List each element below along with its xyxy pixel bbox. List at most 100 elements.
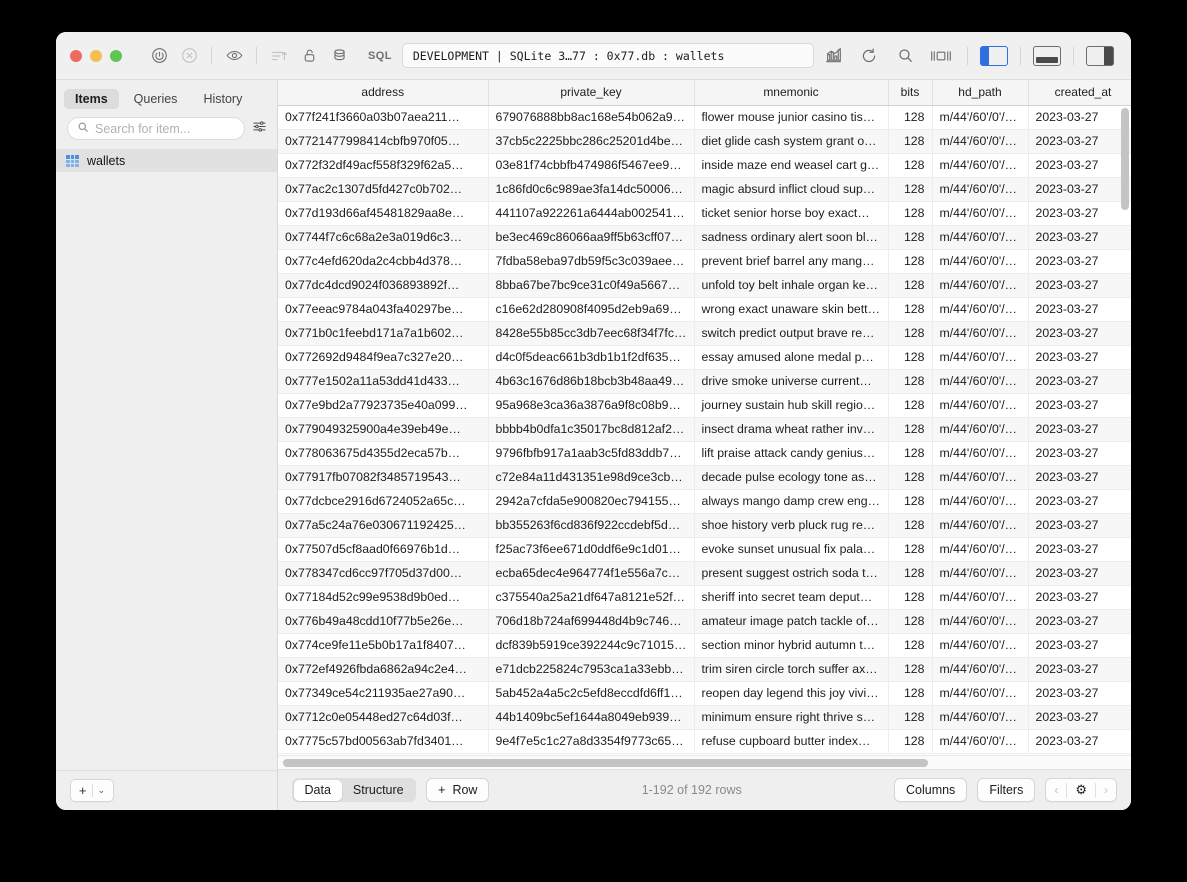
table-row[interactable]: 0x77eeac9784a043fa40297be… c16e62d280908f… [278, 297, 1131, 322]
sql-label[interactable]: SQL [368, 50, 392, 62]
cell-mnemonic[interactable]: sheriff into secret team deput… [694, 585, 889, 610]
cell-address[interactable]: 0x77a5c24a76e030671192425… [278, 513, 489, 538]
cell-private-key[interactable]: f25ac73f6ee671d0ddf6e9c1d0168f… [488, 537, 695, 562]
cell-hd-path[interactable]: m/44'/60'/0'/0/0 [932, 489, 1029, 514]
panel-bottom-toggle[interactable] [1030, 42, 1064, 70]
cell-address[interactable]: 0x77917fb07082f3485719543… [278, 465, 489, 490]
table-row[interactable]: 0x7712c0e05448ed27c64d03f… 44b1409bc5ef16… [278, 705, 1131, 730]
table-row[interactable]: 0x771b0c1feebd171a7a1b602… 8428e55b85cc3d… [278, 321, 1131, 346]
add-row-button[interactable]: + Row [426, 778, 490, 802]
segment-structure[interactable]: Structure [342, 780, 415, 801]
unlock-icon[interactable] [294, 42, 324, 70]
cell-created-at[interactable]: 2023-03-27 [1028, 417, 1131, 442]
cell-bits[interactable]: 128 [888, 393, 933, 418]
table-row[interactable]: 0x77a5c24a76e030671192425… bb355263f6cd83… [278, 513, 1131, 538]
cell-hd-path[interactable]: m/44'/60'/0'/0/0 [932, 441, 1029, 466]
cell-bits[interactable]: 128 [888, 513, 933, 538]
cell-hd-path[interactable]: m/44'/60'/0'/0/0 [932, 393, 1029, 418]
table-row[interactable]: 0x7775c57bd00563ab7fd3401… 9e4f7e5c1c27a8… [278, 729, 1131, 754]
tab-history[interactable]: History [192, 89, 253, 109]
cell-bits[interactable]: 128 [888, 321, 933, 346]
cell-private-key[interactable]: 95a968e3ca36a3876a9f8c08b947c… [488, 393, 695, 418]
cell-created-at[interactable]: 2023-03-27 [1028, 705, 1131, 730]
cell-bits[interactable]: 128 [888, 105, 933, 130]
cell-bits[interactable]: 128 [888, 681, 933, 706]
cell-mnemonic[interactable]: shoe history verb pluck rug re… [694, 513, 889, 538]
tab-queries[interactable]: Queries [123, 89, 189, 109]
cell-private-key[interactable]: bbbb4b0dfa1c35017bc8d812af2e5… [488, 417, 695, 442]
add-item-button[interactable]: + ⌄ [70, 779, 114, 802]
cell-created-at[interactable]: 2023-03-27 [1028, 393, 1131, 418]
cell-hd-path[interactable]: m/44'/60'/0'/0/0 [932, 369, 1029, 394]
cell-created-at[interactable]: 2023-03-27 [1028, 153, 1131, 178]
cell-address[interactable]: 0x776b49a48cdd10f77b5e26e… [278, 609, 489, 634]
cell-address[interactable]: 0x77184d52c99e9538d9b0ed… [278, 585, 489, 610]
cell-hd-path[interactable]: m/44'/60'/0'/0/0 [932, 201, 1029, 226]
filters-button[interactable]: Filters [977, 778, 1036, 802]
cell-created-at[interactable]: 2023-03-27 [1028, 177, 1131, 202]
cell-bits[interactable]: 128 [888, 465, 933, 490]
columns-button[interactable]: Columns [893, 778, 968, 802]
cell-created-at[interactable]: 2023-03-27 [1028, 369, 1131, 394]
panel-right-toggle[interactable] [1083, 42, 1117, 70]
cell-mnemonic[interactable]: insect drama wheat rather inv… [694, 417, 889, 442]
cell-mnemonic[interactable]: section minor hybrid autumn t… [694, 633, 889, 658]
cell-private-key[interactable]: bb355263f6cd836f922ccdebf5d2f4… [488, 513, 695, 538]
cell-address[interactable]: 0x779049325900a4e39eb49e… [278, 417, 489, 442]
connection-title-field[interactable]: DEVELOPMENT | SQLite 3…77 : 0x77.db : wa… [401, 43, 814, 68]
table-row[interactable]: 0x772692d9484f9ea7c327e20… d4c0f5deac661b… [278, 345, 1131, 370]
cell-address[interactable]: 0x7721477998414cbfb970f05… [278, 129, 489, 154]
cell-address[interactable]: 0x77ac2c1307d5fd427c0b702… [278, 177, 489, 202]
cell-created-at[interactable]: 2023-03-27 [1028, 441, 1131, 466]
cell-address[interactable]: 0x77507d5cf8aad0f66976b1d… [278, 537, 489, 562]
table-row[interactable]: 0x77c4efd620da2c4cbb4d378… 7fdba58eba97db… [278, 249, 1131, 274]
cell-mnemonic[interactable]: switch predict output brave re… [694, 321, 889, 346]
table-row[interactable]: 0x772f32df49acf558f329f62a5… 03e81f74cbbf… [278, 153, 1131, 178]
sidebar-item-wallets[interactable]: wallets [56, 149, 277, 172]
table-row[interactable]: 0x77ac2c1307d5fd427c0b702… 1c86fd0c6c989a… [278, 177, 1131, 202]
cell-created-at[interactable]: 2023-03-27 [1028, 609, 1131, 634]
cell-private-key[interactable]: 679076888bb8ac168e54b062a918… [488, 105, 695, 130]
table-row[interactable]: 0x77dc4dcd9024f036893892f… 8bba67be7bc9ce… [278, 273, 1131, 298]
cell-address[interactable]: 0x7712c0e05448ed27c64d03f… [278, 705, 489, 730]
cell-hd-path[interactable]: m/44'/60'/0'/0/0 [932, 729, 1029, 754]
cell-hd-path[interactable]: m/44'/60'/0'/0/0 [932, 345, 1029, 370]
tab-items[interactable]: Items [64, 89, 119, 109]
cell-bits[interactable]: 128 [888, 177, 933, 202]
cell-private-key[interactable]: 8428e55b85cc3db7eec68f34f7fccdf… [488, 321, 695, 346]
table-row[interactable]: 0x77f241f3660a03b07aea211… 679076888bb8ac… [278, 105, 1131, 130]
cell-address[interactable]: 0x777e1502a11a53dd41d433… [278, 369, 489, 394]
table-row[interactable]: 0x77d193d66af45481829aa8e… 441107a922261a… [278, 201, 1131, 226]
cell-private-key[interactable]: 9e4f7e5c1c27a8d3354f9773c653fd… [488, 729, 695, 754]
eye-icon[interactable] [219, 42, 249, 70]
cell-private-key[interactable]: 8bba67be7bc9ce31c0f49a566724b… [488, 273, 695, 298]
cell-bits[interactable]: 128 [888, 297, 933, 322]
cell-hd-path[interactable]: m/44'/60'/0'/0/0 [932, 321, 1029, 346]
data-grid[interactable]: address private_key mnemonic bits hd_pat… [278, 80, 1131, 754]
cell-mnemonic[interactable]: wrong exact unaware skin bett… [694, 297, 889, 322]
database-icon[interactable] [324, 42, 354, 70]
cell-hd-path[interactable]: m/44'/60'/0'/0/0 [932, 417, 1029, 442]
cell-bits[interactable]: 128 [888, 441, 933, 466]
cell-mnemonic[interactable]: lift praise attack candy genius… [694, 441, 889, 466]
maximize-window-button[interactable] [110, 49, 122, 62]
cell-hd-path[interactable]: m/44'/60'/0'/0/0 [932, 633, 1029, 658]
cell-private-key[interactable]: 03e81f74cbbfb474986f5467ee99cb… [488, 153, 695, 178]
cell-mnemonic[interactable]: essay amused alone medal pai… [694, 345, 889, 370]
cell-bits[interactable]: 128 [888, 153, 933, 178]
cell-private-key[interactable]: 44b1409bc5ef1644a8049eb939894… [488, 705, 695, 730]
cell-address[interactable]: 0x771b0c1feebd171a7a1b602… [278, 321, 489, 346]
cell-private-key[interactable]: 7fdba58eba97db59f5c3c039aeea67… [488, 249, 695, 274]
table-row[interactable]: 0x7744f7c6c68a2e3a019d6c3… be3ec469c86066… [278, 225, 1131, 250]
cell-hd-path[interactable]: m/44'/60'/0'/0/0 [932, 225, 1029, 250]
cell-hd-path[interactable]: m/44'/60'/0'/0/0 [932, 153, 1029, 178]
cell-address[interactable]: 0x77349ce54c211935ae27a90… [278, 681, 489, 706]
cell-address[interactable]: 0x772ef4926fbda6862a94c2e4… [278, 657, 489, 682]
cell-mnemonic[interactable]: minimum ensure right thrive s… [694, 705, 889, 730]
cell-mnemonic[interactable]: amateur image patch tackle of… [694, 609, 889, 634]
cell-address[interactable]: 0x7775c57bd00563ab7fd3401… [278, 729, 489, 754]
cell-address[interactable]: 0x77d193d66af45481829aa8e… [278, 201, 489, 226]
cell-private-key[interactable]: 2942a7cfda5e900820ec794155c1ff… [488, 489, 695, 514]
cell-bits[interactable]: 128 [888, 585, 933, 610]
table-row[interactable]: 0x77349ce54c211935ae27a90… 5ab452a4a5c2c5… [278, 681, 1131, 706]
